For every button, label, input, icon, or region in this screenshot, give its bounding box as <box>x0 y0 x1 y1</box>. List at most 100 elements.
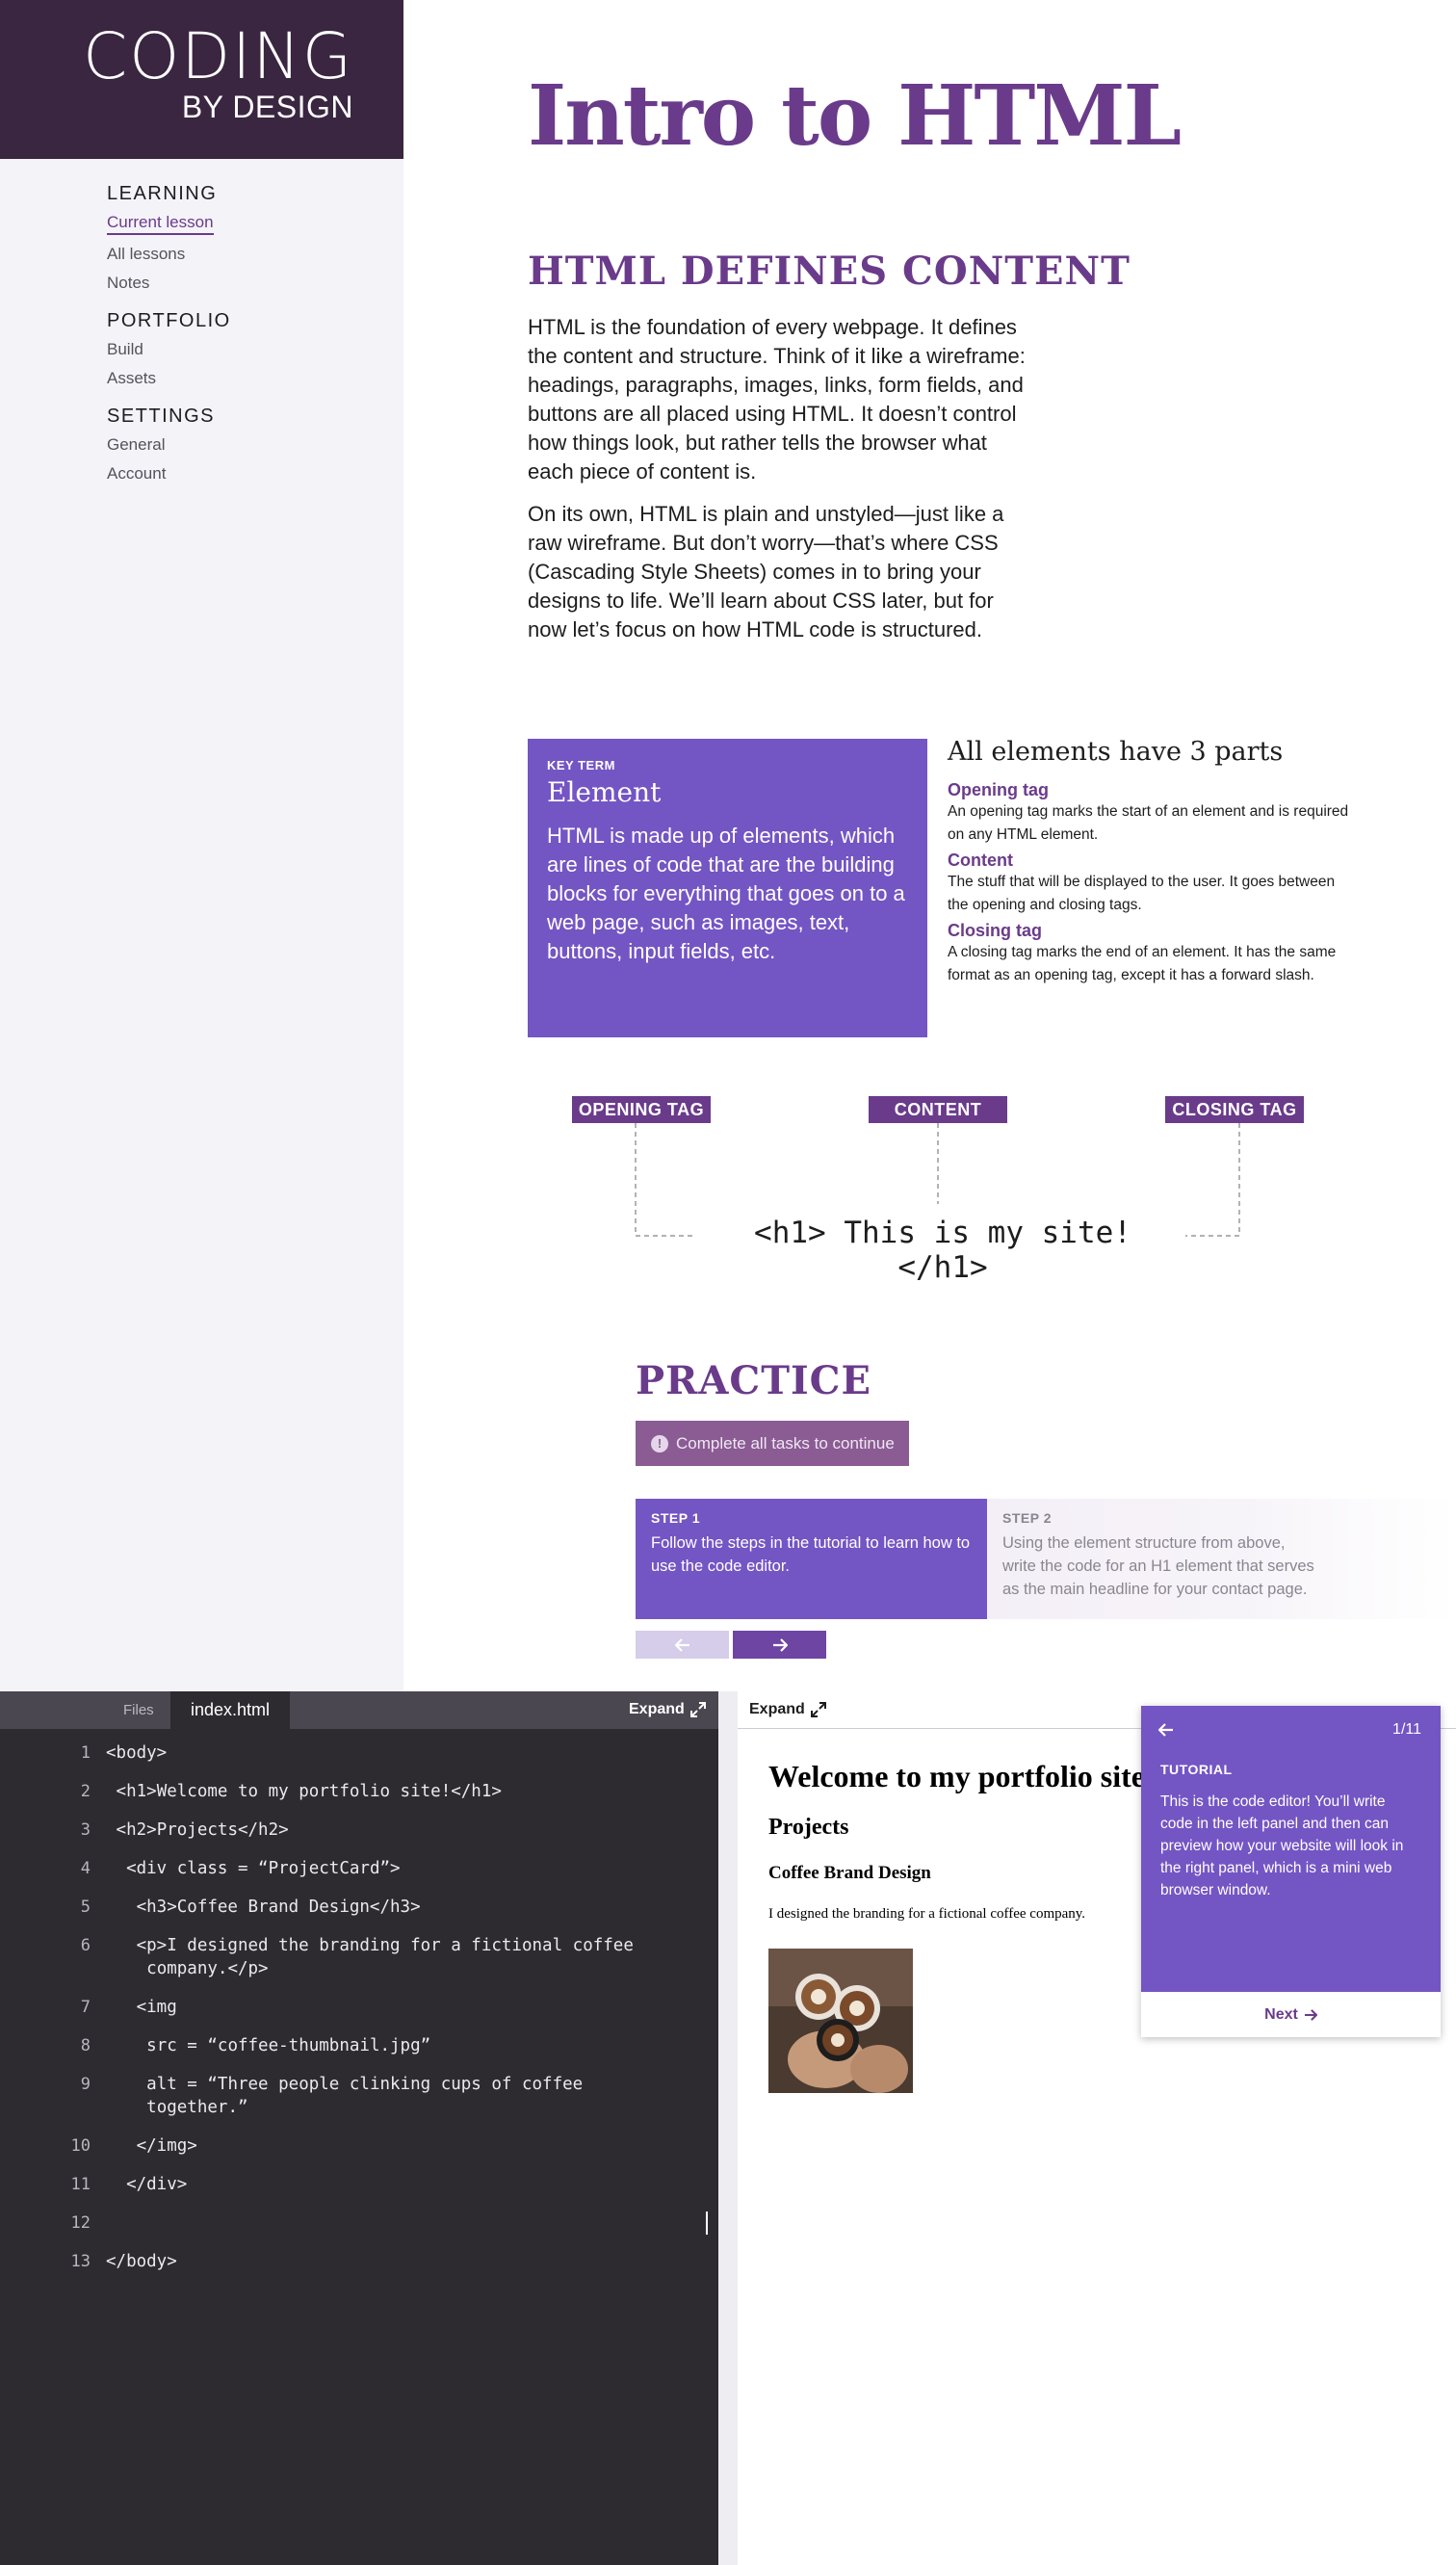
preview-h2: Projects <box>768 1815 849 1840</box>
part-title-opening-tag: Opening tag <box>948 780 1049 799</box>
code-line[interactable]: 3 <h2>Projects</h2> <box>0 1819 684 1842</box>
code-line[interactable]: 11 </div> <box>0 2173 684 2196</box>
tutorial-label: TUTORIAL <box>1160 1762 1233 1777</box>
continue-notice: ! Complete all tasks to continue <box>636 1421 909 1466</box>
previous-step-button[interactable] <box>636 1631 729 1659</box>
next-step-button[interactable] <box>733 1631 826 1659</box>
opening-tag-connector <box>635 1123 692 1237</box>
code-text: <h2>Projects</h2> <box>106 1820 289 1840</box>
editor-tab-bar: Files index.html Expand <box>0 1691 718 1729</box>
code-text: <h1>Welcome to my portfolio site!</h1> <box>106 1782 502 1801</box>
code-text: <div class = “ProjectCard”> <box>106 1859 401 1878</box>
code-line[interactable]: 1 <body> <box>0 1741 684 1765</box>
line-number: 1 <box>80 1743 91 1763</box>
line-number: 3 <box>80 1820 91 1840</box>
sidebar-item-notes[interactable]: Notes <box>107 274 231 293</box>
code-editor: Files index.html Expand 1 <body> 2 <h1>Wel… <box>0 1691 718 2565</box>
line-number: 4 <box>80 1859 91 1878</box>
step-card-2[interactable]: STEP 2 Using the element structure from … <box>987 1499 1456 1619</box>
line-number: 9 <box>80 2075 91 2094</box>
sidebar-item-assets[interactable]: Assets <box>107 369 231 388</box>
code-line[interactable]: 6 <p>I designed the branding for a ficti… <box>0 1934 684 1980</box>
tutorial-text: This is the code editor! You’ll write co… <box>1160 1793 1404 1898</box>
nav-section-settings: SETTINGS <box>107 406 216 427</box>
code-line[interactable]: 8 src = “coffee-thumbnail.jpg” <box>0 2034 684 2057</box>
key-term-card: KEY TERM Element HTML is made up of elem… <box>528 739 927 1037</box>
intro-paragraph-1: HTML is the foundation of every webpage.… <box>528 315 1026 484</box>
tab-index-html[interactable]: index.html <box>170 1691 290 1729</box>
code-line[interactable]: 10 </img> <box>0 2134 684 2158</box>
key-term-title: Element <box>547 776 662 808</box>
preview-h3: Coffee Brand Design <box>768 1863 931 1883</box>
arrow-right-icon <box>772 1637 788 1652</box>
expand-preview-button[interactable]: Expand <box>749 1701 826 1718</box>
preview-h1: Welcome to my portfolio site! <box>768 1759 1156 1793</box>
sidebar-item-current-lesson[interactable]: Current lesson <box>107 213 214 235</box>
expand-editor-button[interactable]: Expand <box>629 1701 706 1718</box>
notice-text: Complete all tasks to continue <box>676 1433 895 1453</box>
logo-wordmark-top: CODING <box>83 19 353 93</box>
practice-title: PRACTICE <box>636 1358 871 1403</box>
part-desc-opening-tag: An opening tag marks the start of an ele… <box>948 803 1349 843</box>
lesson-content: Intro to HTML HTML DEFINES CONTENT HTML … <box>403 0 1456 1691</box>
code-text: </body> <box>106 2252 177 2271</box>
step-text: Follow the steps in the tutorial to lear… <box>651 1534 971 1575</box>
line-number: 12 <box>70 2213 91 2233</box>
code-line[interactable]: 9 alt = “Three people clinking cups of c… <box>0 2073 684 2119</box>
preview-paragraph: I designed the branding for a fictional … <box>768 1906 1086 1922</box>
next-label: Next <box>1264 2005 1298 2023</box>
step-label: STEP 2 <box>1002 1510 1052 1526</box>
logo[interactable]: CODING BY DESIGN <box>0 0 403 159</box>
line-number: 8 <box>80 2036 91 2055</box>
step-card-1[interactable]: STEP 1 Follow the steps in the tutorial … <box>636 1499 987 1619</box>
code-text: <body> <box>106 1743 168 1763</box>
expand-icon <box>689 1702 706 1717</box>
line-number: 5 <box>80 1898 91 1917</box>
sidebar-nav: LEARNING Current lesson All lessons Note… <box>107 183 231 493</box>
sidebar-item-all-lessons[interactable]: All lessons <box>107 245 231 264</box>
part-title-content: Content <box>948 851 1013 870</box>
code-line[interactable]: 4 <div class = “ProjectCard”> <box>0 1857 684 1880</box>
code-text: </div> <box>106 2175 188 2194</box>
back-arrow-icon[interactable] <box>1157 1721 1174 1741</box>
tutorial-next-button[interactable]: Next <box>1141 1992 1441 2037</box>
line-number: 11 <box>70 2175 91 2194</box>
text-cursor <box>706 2212 708 2235</box>
nav-section-learning: LEARNING <box>107 183 218 204</box>
part-title-closing-tag: Closing tag <box>948 921 1042 940</box>
sidebar-item-general[interactable]: General <box>107 435 231 455</box>
element-parts: All elements have 3 parts Opening tag An… <box>948 737 1352 991</box>
sidebar-item-account[interactable]: Account <box>107 464 231 484</box>
tutorial-body: 1/11 TUTORIAL This is the code editor! Y… <box>1141 1706 1441 1992</box>
expand-label: Expand <box>629 1701 685 1717</box>
expand-icon <box>810 1702 826 1717</box>
code-line[interactable]: 12 <box>0 2212 708 2235</box>
panel-divider[interactable] <box>718 1691 738 2565</box>
key-term-body: HTML is made up of elements, which are l… <box>547 824 905 963</box>
info-icon: ! <box>651 1434 668 1453</box>
code-text: alt = “Three people clinking cups of cof… <box>146 2075 584 2117</box>
code-text: </img> <box>106 2136 197 2156</box>
coffee-cups-image <box>768 1949 913 2093</box>
code-line[interactable]: 2 <h1>Welcome to my portfolio site!</h1> <box>0 1780 684 1803</box>
sidebar-item-build[interactable]: Build <box>107 340 231 359</box>
expand-label: Expand <box>749 1701 805 1717</box>
part-desc-closing-tag: A closing tag marks the end of an elemen… <box>948 944 1337 983</box>
code-text: src = “coffee-thumbnail.jpg” <box>106 2036 431 2055</box>
intro-paragraph-2: On its own, HTML is plain and unstyled—j… <box>528 502 1004 641</box>
preview-coffee-thumbnail <box>768 1949 913 2093</box>
part-desc-content: The stuff that will be displayed to the … <box>948 874 1336 913</box>
page-title: Intro to HTML <box>528 67 1182 165</box>
tab-files[interactable]: Files <box>123 1702 154 1718</box>
logo-wordmark-bottom: BY DESIGN <box>181 90 353 124</box>
line-number: 6 <box>80 1936 91 1955</box>
code-line[interactable]: 7 <img <box>0 1996 684 2019</box>
content-badge: CONTENT <box>869 1096 1007 1123</box>
line-number: 7 <box>80 1998 91 2017</box>
code-line[interactable]: 13 </body> <box>0 2250 684 2273</box>
closing-tag-connector <box>1185 1123 1240 1237</box>
code-line[interactable]: 5 <h3>Coffee Brand Design</h3> <box>0 1896 684 1919</box>
tutorial-step-count: 1/11 <box>1392 1721 1421 1738</box>
arrow-right-icon <box>1304 2008 1317 2021</box>
